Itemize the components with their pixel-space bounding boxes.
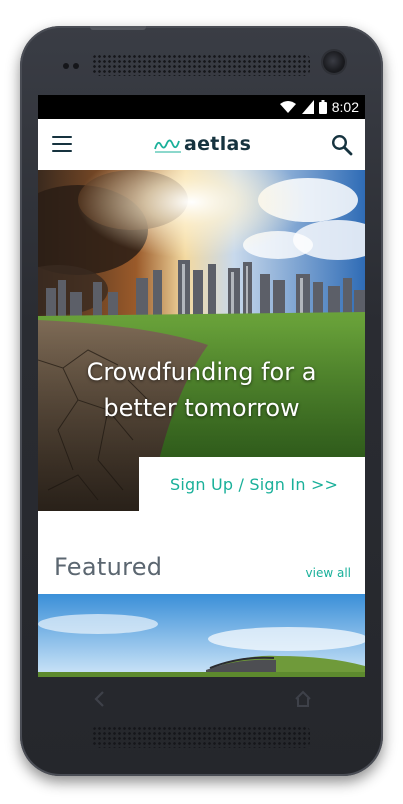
wifi-icon <box>279 101 296 113</box>
sign-up-sign-in-label: Sign Up / Sign In >> <box>170 475 339 494</box>
wave-logo-icon <box>154 139 181 153</box>
view-all-link[interactable]: view all <box>306 566 351 580</box>
status-bar: 8:02 <box>38 95 365 119</box>
hero-title-line-1: Crowdfunding for a <box>86 358 317 386</box>
sign-up-sign-in-button[interactable]: Sign Up / Sign In >> <box>139 457 365 512</box>
front-camera <box>323 51 345 73</box>
app-bar: aetlas <box>38 119 365 170</box>
search-icon[interactable] <box>331 134 353 156</box>
back-arrow-icon[interactable] <box>93 690 107 713</box>
status-time: 8:02 <box>331 99 359 115</box>
signal-icon <box>301 100 314 114</box>
battery-icon <box>318 100 327 114</box>
earpiece-speaker-grille <box>92 54 310 76</box>
featured-heading: Featured <box>54 553 163 581</box>
light-sensor <box>73 63 79 69</box>
proximity-sensor <box>63 63 69 69</box>
featured-project-image[interactable] <box>38 594 365 677</box>
bottom-speaker-grille <box>92 726 310 748</box>
hero-title-line-2: better tomorrow <box>103 394 300 422</box>
hero-title: Crowdfunding for a better tomorrow <box>38 354 365 426</box>
phone-screen: 8:02 aetlas Crowdfunding for a better to… <box>38 95 365 677</box>
home-icon[interactable] <box>294 690 312 713</box>
hamburger-menu-icon[interactable] <box>52 136 72 152</box>
status-icons: 8:02 <box>279 99 359 115</box>
brand-name: aetlas <box>184 133 252 155</box>
featured-image-art <box>38 594 365 677</box>
brand-logo[interactable]: aetlas <box>154 133 251 155</box>
phone-top-edge <box>90 26 146 30</box>
